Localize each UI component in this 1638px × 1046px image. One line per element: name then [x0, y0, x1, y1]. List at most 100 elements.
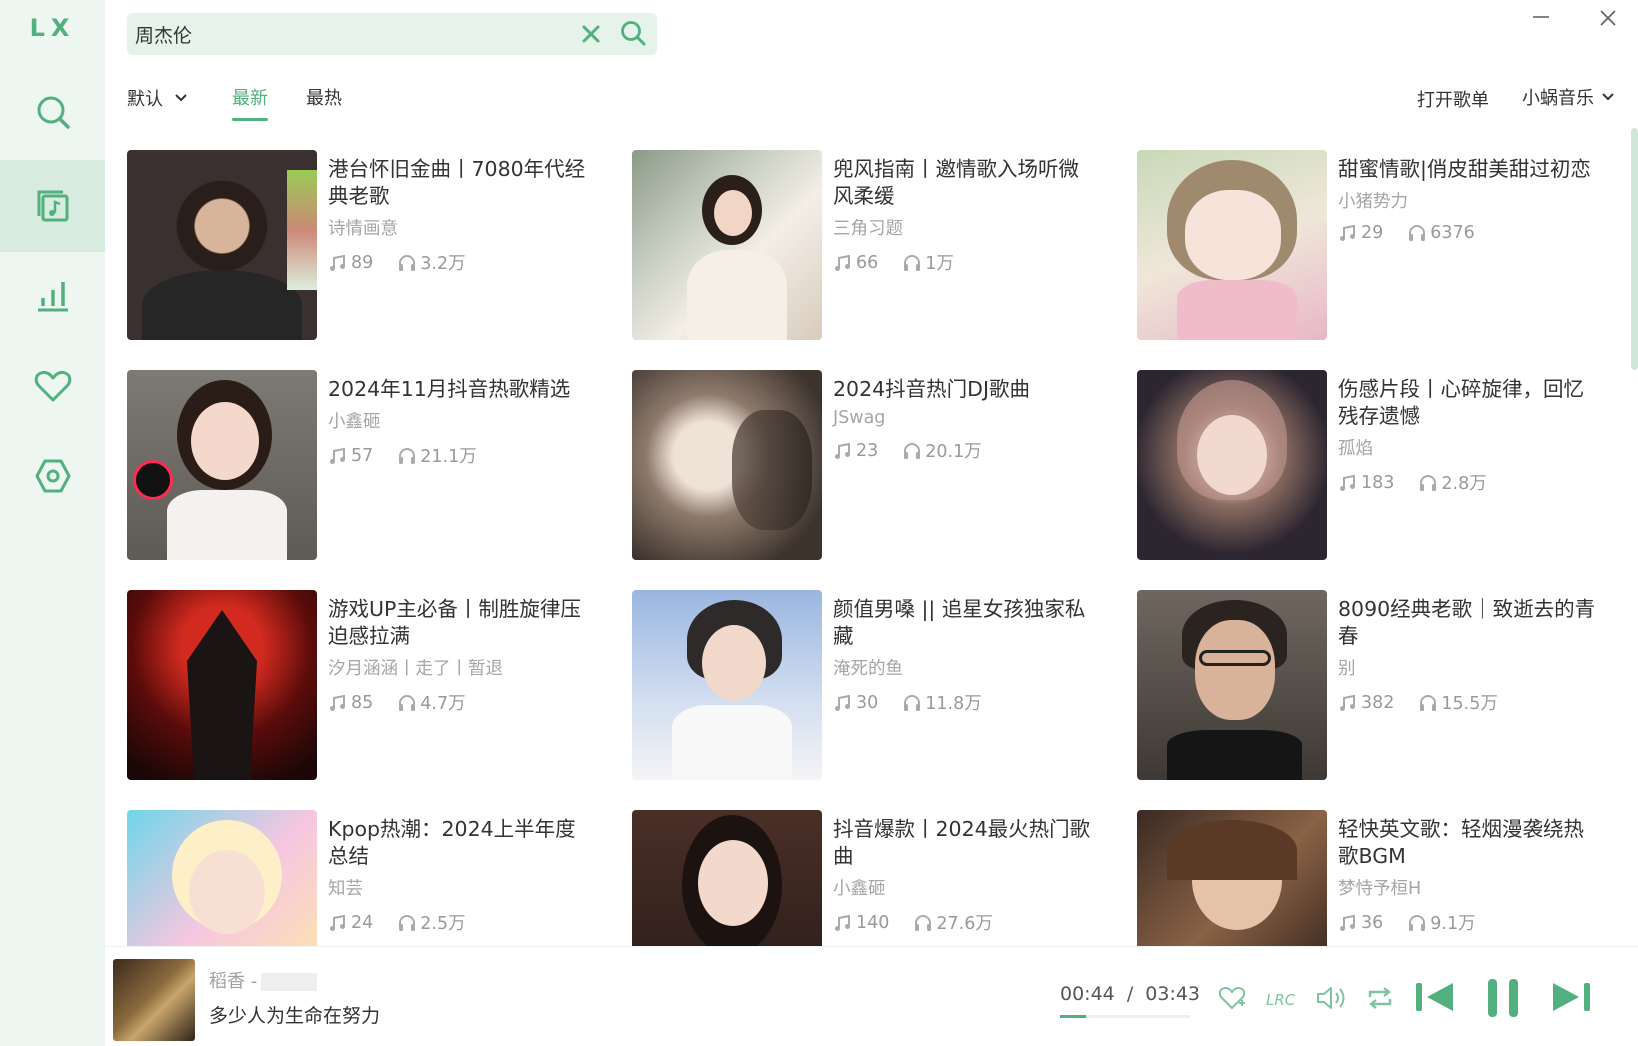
- music-note-icon: [835, 914, 850, 931]
- favorite-add-icon[interactable]: [1217, 983, 1247, 1013]
- song-count: 183: [1361, 472, 1395, 493]
- play-count: 2.5万: [420, 914, 466, 934]
- playlist-cover: [1137, 370, 1327, 560]
- app-logo: LX: [29, 14, 76, 42]
- playlist-author: 三角习题: [833, 219, 903, 239]
- sidebar-item-songlist[interactable]: [0, 160, 105, 252]
- song-count: 382: [1361, 692, 1395, 713]
- headphones-icon: [399, 254, 416, 271]
- playlist-info: 2024年11月抖音热歌精选 小鑫砸 57 21.1万: [328, 376, 588, 468]
- play-count: 1万: [925, 254, 954, 274]
- playlist-card[interactable]: 伤感片段丨心碎旋律，回忆残存遗憾 孤焰 183 2.8万: [1137, 370, 1627, 562]
- song-count: 66: [856, 252, 879, 273]
- song-count: 23: [856, 440, 879, 461]
- play-count: 2.8万: [1441, 474, 1487, 494]
- sort-label: 默认: [127, 89, 163, 110]
- playlist-card[interactable]: 8090经典老歌｜致逝去的青春 别 382 15.5万: [1137, 590, 1627, 782]
- open-playlist-button[interactable]: 打开歌单: [1417, 86, 1489, 112]
- playlist-info: 8090经典老歌｜致逝去的青春 别 382 15.5万: [1338, 596, 1598, 715]
- playlist-stats: 140 27.6万: [833, 910, 1093, 935]
- playlist-author: 小鑫砸: [328, 412, 381, 432]
- search-input[interactable]: [135, 19, 555, 49]
- sidebar-item-leaderboard[interactable]: [0, 250, 105, 342]
- playlist-author: JSwag: [833, 408, 886, 428]
- minimize-icon[interactable]: [1530, 6, 1552, 28]
- playlist-title: 颜值男嗓 || 追星女孩独家私藏: [833, 597, 1086, 648]
- playlist-stats: 382 15.5万: [1338, 690, 1598, 715]
- playlist-stats: 57 21.1万: [328, 443, 588, 468]
- close-icon[interactable]: [1596, 6, 1620, 30]
- music-note-icon: [330, 447, 345, 464]
- chevron-down-icon: [175, 94, 187, 102]
- play-count: 15.5万: [1441, 694, 1498, 714]
- playlist-card[interactable]: 甜蜜情歌|俏皮甜美甜过初恋 小猪势力 29 6376: [1137, 150, 1627, 342]
- playlist-stats: 29 6376: [1338, 223, 1598, 243]
- playlist-card[interactable]: 2024年11月抖音热歌精选 小鑫砸 57 21.1万: [127, 370, 617, 562]
- playlist-card[interactable]: 港台怀旧金曲丨7080年代经典老歌 诗情画意 89 3.2万: [127, 150, 617, 342]
- playlist-info: 2024抖音热门DJ歌曲 JSwag 23 20.1万: [833, 376, 1093, 463]
- pause-icon[interactable]: [1483, 977, 1523, 1019]
- playlist-cover: [127, 150, 317, 340]
- play-count: 20.1万: [925, 442, 982, 462]
- playlist-author: 知芸: [328, 879, 363, 899]
- playlist-author: 汐月涵涵丨走了丨暂退: [328, 659, 503, 679]
- music-note-icon: [330, 914, 345, 931]
- repeat-icon[interactable]: [1365, 983, 1395, 1013]
- chevron-down-icon: [1602, 93, 1614, 101]
- playlist-title: 伤感片段丨心碎旋律，回忆残存遗憾: [1338, 377, 1584, 428]
- playlist-card[interactable]: 2024抖音热门DJ歌曲 JSwag 23 20.1万: [632, 370, 1122, 562]
- scrollbar[interactable]: [1631, 128, 1638, 370]
- music-note-icon: [330, 254, 345, 271]
- headphones-icon: [399, 914, 416, 931]
- song-count: 85: [351, 692, 374, 713]
- playlist-title: 抖音爆款丨2024最火热门歌曲: [833, 817, 1091, 868]
- tab-newest[interactable]: 最新: [232, 84, 268, 124]
- play-count: 21.1万: [420, 447, 477, 467]
- player-cover[interactable]: [113, 959, 195, 1041]
- player-song-title[interactable]: 稻香 -: [209, 967, 318, 993]
- sidebar: LX: [0, 0, 105, 1046]
- playlist-cover: [632, 150, 822, 340]
- song-count: 57: [351, 445, 374, 466]
- source-select[interactable]: 小蜗音乐: [1522, 84, 1616, 110]
- playlist-info: 轻快英文歌：轻烟漫袭绕热歌BGM 梦恃予桓H 36 9.1万: [1338, 816, 1598, 935]
- playlist-title: 兜风指南丨邀情歌入场听微风柔缓: [833, 157, 1079, 208]
- playlist-stats: 24 2.5万: [328, 910, 588, 935]
- sidebar-item-search[interactable]: [0, 66, 105, 158]
- song-count: 140: [856, 912, 890, 933]
- music-note-icon: [1340, 694, 1355, 711]
- time-separator: /: [1126, 983, 1134, 1005]
- playlist-info: 甜蜜情歌|俏皮甜美甜过初恋 小猪势力 29 6376: [1338, 156, 1598, 243]
- sidebar-item-settings[interactable]: [0, 430, 105, 522]
- playlist-author: 淹死的鱼: [833, 659, 903, 679]
- sort-select[interactable]: 默认: [127, 84, 189, 112]
- clear-icon[interactable]: [579, 22, 603, 46]
- headphones-icon: [904, 254, 921, 271]
- playlist-title: 8090经典老歌｜致逝去的青春: [1338, 597, 1596, 648]
- volume-icon[interactable]: [1315, 983, 1349, 1013]
- playlist-info: 颜值男嗓 || 追星女孩独家私藏 淹死的鱼 30 11.8万: [833, 596, 1093, 715]
- playlist-author: 小鑫砸: [833, 879, 886, 899]
- playlist-author: 孤焰: [1338, 439, 1373, 459]
- song-count: 89: [351, 252, 374, 273]
- search-button-icon[interactable]: [619, 19, 647, 47]
- tab-hottest[interactable]: 最热: [306, 84, 342, 124]
- songlist-icon: [37, 190, 68, 222]
- music-note-icon: [835, 442, 850, 459]
- playlist-card[interactable]: 颜值男嗓 || 追星女孩独家私藏 淹死的鱼 30 11.8万: [632, 590, 1122, 782]
- next-track-icon[interactable]: [1549, 977, 1593, 1017]
- play-count: 4.7万: [420, 694, 466, 714]
- playlist-stats: 30 11.8万: [833, 690, 1093, 715]
- play-count: 11.8万: [925, 694, 982, 714]
- song-name: 稻香 -: [209, 971, 258, 992]
- previous-track-icon[interactable]: [1413, 977, 1457, 1017]
- playlist-card[interactable]: 兜风指南丨邀情歌入场听微风柔缓 三角习题 66 1万: [632, 150, 1122, 342]
- playlist-card[interactable]: 游戏UP主必备丨制胜旋律压迫感拉满 汐月涵涵丨走了丨暂退 85 4.7万: [127, 590, 617, 782]
- progress-bar[interactable]: [1060, 1015, 1190, 1018]
- lyric-icon[interactable]: LRC: [1265, 983, 1297, 1013]
- music-note-icon: [330, 694, 345, 711]
- music-note-icon: [1340, 914, 1355, 931]
- search-icon: [37, 96, 70, 129]
- sidebar-item-favorites[interactable]: [0, 340, 105, 432]
- playlist-info: 兜风指南丨邀情歌入场听微风柔缓 三角习题 66 1万: [833, 156, 1093, 275]
